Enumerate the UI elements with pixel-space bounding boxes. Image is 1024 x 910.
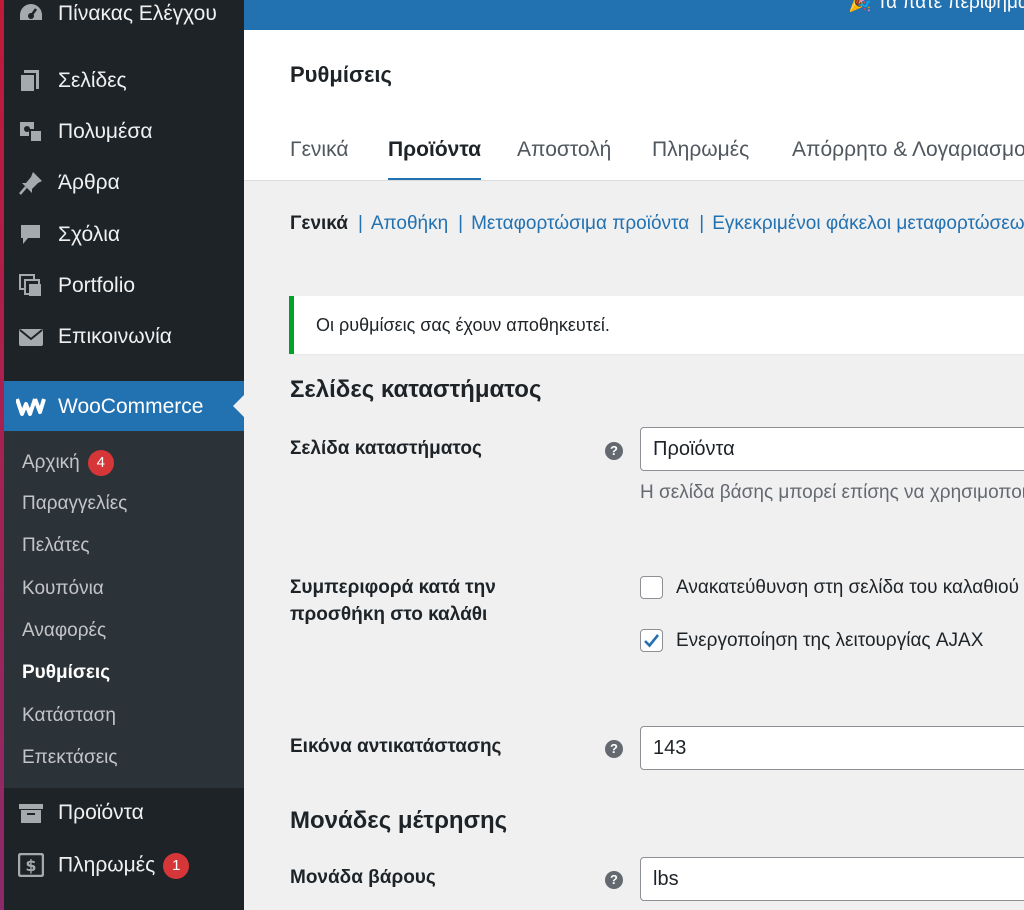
field-label-shop-page: Σελίδα καταστήματος — [290, 438, 482, 459]
shop-page-description: Η σελίδα βάσης μπορεί επίσης να χρησιμοπ… — [640, 482, 1024, 503]
submenu-item-coupons[interactable]: Κουπόνια — [22, 578, 104, 600]
weight-unit-select[interactable]: lbs — [640, 857, 1024, 901]
pin-icon — [18, 171, 44, 195]
top-bar-notice: 🎉 Τα πάτε περίφημα — [848, 0, 1024, 13]
menu-partial-icon — [18, 904, 44, 910]
menu-label-payments: Πληρωμές 1 — [58, 853, 190, 879]
ajax-add-to-cart-label: Ενεργοποίηση της λειτουργίας AJAX — [676, 630, 984, 651]
menu-label-comments: Σχόλια — [58, 223, 121, 246]
tab-payments[interactable]: Πληρωμές — [652, 138, 749, 162]
admin-sidebar: Πίνακας Ελέγχου Σελίδες Πολυμέσα Άρθρα Σ… — [0, 0, 244, 910]
submenu-item-reports[interactable]: Αναφορές — [22, 620, 106, 642]
menu-item-partial — [4, 894, 244, 910]
redirect-to-cart-label: Ανακατεύθυνση στη σελίδα του καλαθιού — [676, 577, 1019, 598]
menu-item-products[interactable]: Προϊόντα — [4, 791, 244, 835]
subnav-separator: | — [357, 213, 363, 234]
redirect-to-cart-checkbox[interactable] — [640, 576, 663, 599]
help-icon[interactable]: ? — [605, 442, 623, 460]
dollar-icon: $ — [17, 852, 45, 878]
menu-item-posts[interactable]: Άρθρα — [4, 161, 244, 205]
submenu-item-status[interactable]: Κατάσταση — [22, 705, 116, 727]
tab-shipping[interactable]: Αποστολή — [517, 138, 611, 162]
ajax-add-to-cart-checkbox[interactable] — [640, 629, 663, 652]
menu-item-portfolio[interactable]: Portfolio — [4, 264, 244, 308]
menu-label-dashboard: Πίνακας Ελέγχου — [58, 2, 217, 25]
field-label-cart-behaviour: Συμπεριφορά κατά την προσθήκη στο καλάθι — [290, 577, 496, 625]
menu-item-contact[interactable]: Επικοινωνία — [4, 315, 244, 359]
notice-text: Οι ρυθμίσεις σας έχουν αποθηκευτεί. — [316, 315, 610, 335]
archive-icon — [18, 801, 44, 825]
subnav-general[interactable]: Γενικά — [290, 213, 348, 234]
payments-badge: 1 — [163, 853, 190, 879]
subnav-separator: | — [458, 213, 464, 234]
success-notice: Οι ρυθμίσεις σας έχουν αποθηκευτεί. — [289, 296, 1024, 354]
menu-item-comments[interactable]: Σχόλια — [4, 213, 244, 257]
woocommerce-submenu: Αρχική 4 Παραγγελίες Πελάτες Κουπόνια Ανα… — [4, 431, 244, 788]
menu-item-pages[interactable]: Σελίδες — [4, 59, 244, 103]
menu-label-products: Προϊόντα — [58, 801, 144, 824]
subnav-inventory[interactable]: Αποθήκη — [371, 213, 448, 234]
help-icon[interactable]: ? — [605, 740, 623, 758]
subnav-downloadable[interactable]: Μεταφορτώσιμα προϊόντα — [471, 213, 689, 234]
section-title-shop-pages: Σελίδες καταστήματος — [290, 376, 542, 403]
current-menu-arrow — [233, 395, 244, 417]
subnav-separator: | — [699, 213, 705, 234]
help-icon[interactable]: ? — [605, 871, 623, 889]
woocommerce-icon — [15, 395, 46, 423]
menu-label-media: Πολυμέσα — [58, 120, 153, 143]
media-icon — [18, 120, 44, 144]
submenu-item-orders[interactable]: Παραγγελίες — [22, 493, 127, 515]
menu-label-posts: Άρθρα — [58, 171, 120, 194]
menu-label-contact: Επικοινωνία — [58, 325, 172, 348]
submenu-item-home[interactable]: Αρχική 4 — [22, 450, 114, 476]
comment-icon — [18, 223, 44, 247]
menu-label-woocommerce: WooCommerce — [58, 395, 204, 418]
submenu-item-extensions[interactable]: Επεκτάσεις — [22, 747, 118, 769]
pages-icon — [18, 69, 44, 93]
tab-products[interactable]: Προϊόντα — [388, 138, 481, 162]
section-subnav: Γενικά | Αποθήκη | Μεταφορτώσιμα προϊόντα | Εγ… — [290, 213, 1024, 235]
envelope-icon — [18, 325, 44, 349]
page-title: Ρυθμίσεις — [290, 62, 392, 87]
dashboard-icon — [18, 2, 44, 26]
field-label-placeholder-image: Εικόνα αντικατάστασης — [290, 736, 502, 757]
submenu-item-customers[interactable]: Πελάτες — [22, 535, 90, 557]
update-badge: 4 — [87, 450, 114, 476]
tab-privacy[interactable]: Απόρρητο & Λογαριασμοί — [792, 138, 1024, 162]
admin-top-bar: 🎉 Τα πάτε περίφημα — [244, 0, 1024, 30]
section-title-measurements: Μονάδες μέτρησης — [290, 807, 508, 834]
settings-header: Ρυθμίσεις Γενικά Προϊόντα Αποστολή Πληρω… — [244, 30, 1024, 181]
menu-item-payments[interactable]: $ Πληρωμές 1 — [4, 843, 244, 887]
svg-text:$: $ — [25, 856, 36, 875]
field-label-weight-unit: Μονάδα βάρους — [290, 867, 436, 888]
portfolio-icon — [18, 274, 44, 298]
menu-item-media[interactable]: Πολυμέσα — [4, 110, 244, 154]
active-tab-indicator — [388, 178, 481, 180]
menu-item-dashboard[interactable]: Πίνακας Ελέγχου — [4, 0, 244, 36]
menu-item-woocommerce[interactable]: WooCommerce — [4, 381, 244, 431]
shop-page-select[interactable]: Προϊόντα — [640, 427, 1024, 471]
submenu-label-home: Αρχική — [22, 452, 80, 474]
placeholder-image-input[interactable]: 143 — [640, 726, 1024, 770]
menu-label-pages: Σελίδες — [58, 69, 127, 92]
menu-label-portfolio: Portfolio — [58, 274, 136, 297]
subnav-approved-directories[interactable]: Εγκεκριμένοι φάκελοι μεταφορτώσεων — [712, 213, 1024, 234]
checkmark-icon — [644, 634, 660, 648]
tab-general[interactable]: Γενικά — [290, 138, 348, 162]
submenu-item-settings[interactable]: Ρυθμίσεις — [22, 662, 110, 684]
